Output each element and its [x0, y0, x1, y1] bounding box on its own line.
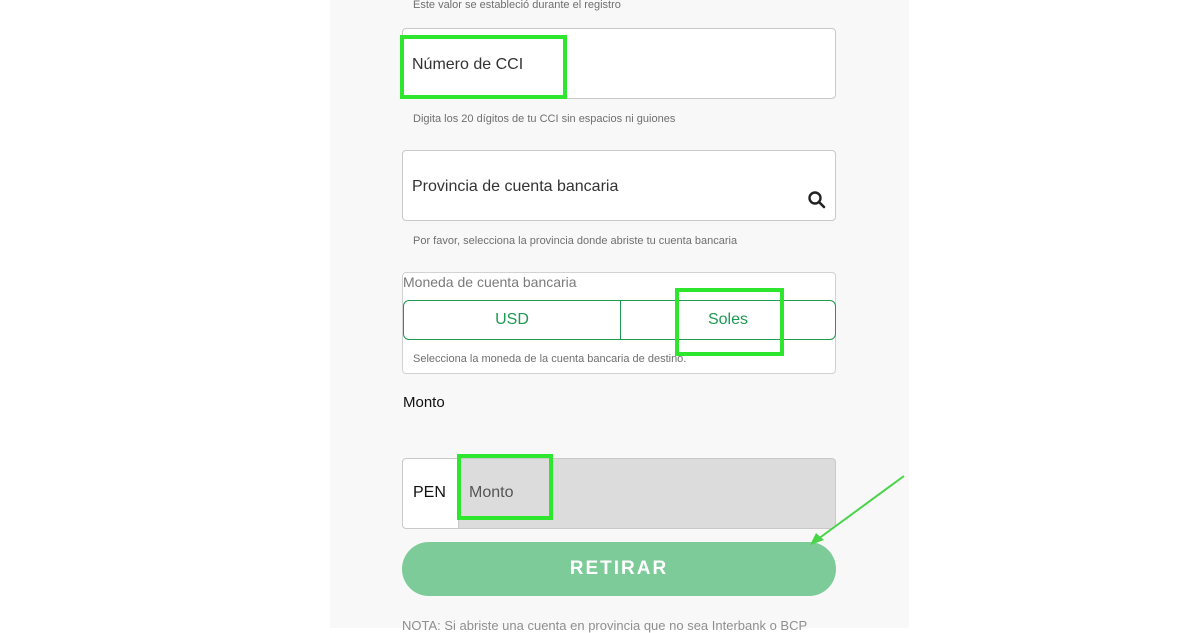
provincia-helper-text: Por favor, selecciona la provincia donde… [413, 235, 738, 247]
search-icon[interactable] [807, 190, 827, 210]
provincia-field-label: Provincia de cuenta bancaria [412, 178, 619, 195]
monto-placeholder: Monto [469, 484, 514, 501]
registration-helper-text: Este valor se estableció durante el regi… [413, 0, 621, 11]
cci-field-label: Número de CCI [412, 56, 524, 73]
monto-section-title: Monto [403, 394, 445, 411]
currency-prefix: PEN [402, 458, 458, 529]
provincia-field[interactable]: Provincia de cuenta bancaria [402, 150, 836, 221]
moneda-label: Moneda de cuenta bancaria [403, 274, 577, 290]
retirar-button[interactable]: RETIRAR [402, 542, 836, 596]
moneda-helper-text: Selecciona la moneda de la cuenta bancar… [413, 353, 687, 365]
cci-field[interactable]: Número de CCI [402, 28, 836, 99]
currency-code: PEN [413, 484, 446, 501]
cci-helper-text: Digita los 20 dígitos de tu CCI sin espa… [413, 113, 676, 125]
monto-input[interactable]: Monto [458, 458, 836, 529]
usd-option[interactable]: USD [403, 300, 621, 340]
note-text: NOTA: Si abriste una cuenta en provincia… [402, 618, 808, 633]
annotation-arrow [810, 475, 905, 545]
soles-option[interactable]: Soles [620, 300, 836, 340]
